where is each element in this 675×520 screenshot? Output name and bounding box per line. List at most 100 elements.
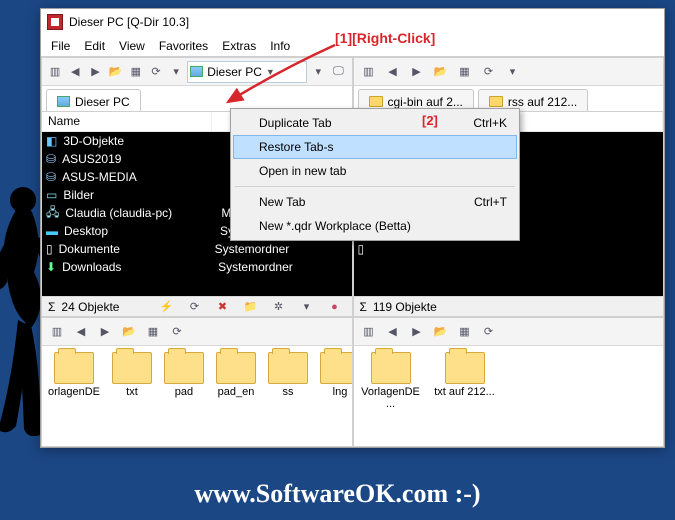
folder-icon xyxy=(216,352,256,384)
toolbar-bl: ▥ ◀ ▶ 📂 ▦ ⟳ xyxy=(42,318,352,346)
ctx-new-tab[interactable]: New Tab Ctrl+T xyxy=(233,190,517,214)
folder-icon xyxy=(369,96,383,107)
toolbar-tl: ▥ ◀ ▶ 📂 ▦ ⟳ ▾ Dieser PC ▼ ▾ 🖵 xyxy=(42,58,352,86)
list-item[interactable]: ⬇DownloadsSystemordner xyxy=(42,258,352,276)
ctx-new-workplace[interactable]: New *.qdr Workplace (Betta) xyxy=(233,214,517,238)
layout-icon[interactable]: ▥ xyxy=(358,321,380,343)
annotation-1: [1][Right-Click] xyxy=(335,30,435,46)
pin-icon[interactable]: ● xyxy=(324,296,346,318)
view-icon[interactable]: ▦ xyxy=(454,321,476,343)
more-icon[interactable]: ▾ xyxy=(296,296,318,318)
folder-icon[interactable]: 📁 xyxy=(240,296,262,318)
menu-extras[interactable]: Extras xyxy=(216,37,262,55)
ctx-duplicate-tab[interactable]: Duplicate Tab Ctrl+K xyxy=(233,111,517,135)
context-menu: Duplicate Tab Ctrl+K Restore Tab-s Open … xyxy=(230,108,520,241)
obj3d-icon: ◧ xyxy=(46,134,57,148)
status-tl: Σ 24 Objekte ⚡ ⟳ ✖ 📁 ✲ ▾ ● xyxy=(42,296,352,316)
back-icon[interactable]: ◀ xyxy=(66,61,84,83)
folder-item[interactable]: ss xyxy=(268,352,308,398)
folder-icon xyxy=(445,352,485,384)
open-icon[interactable]: 📂 xyxy=(107,61,125,83)
gear-icon[interactable]: ✲ xyxy=(268,296,290,318)
menu-favorites[interactable]: Favorites xyxy=(153,37,214,55)
toolbar-br: ▥ ◀ ▶ 📂 ▦ ⟳ xyxy=(354,318,664,346)
folder-item[interactable]: VorlagenDE ... xyxy=(360,352,422,410)
window-title: Dieser PC [Q-Dir 10.3] xyxy=(69,15,189,29)
view-icon[interactable]: ▦ xyxy=(127,61,145,83)
ctx-restore-tabs[interactable]: Restore Tab-s xyxy=(233,135,517,159)
forward-icon[interactable]: ▶ xyxy=(94,321,116,343)
open-icon[interactable]: 📂 xyxy=(430,61,452,83)
pc-icon xyxy=(190,66,203,77)
refresh-icon[interactable]: ⟳ xyxy=(478,321,500,343)
ctx-open-new-tab[interactable]: Open in new tab xyxy=(233,159,517,183)
folder-item[interactable]: orlagenDE xyxy=(48,352,100,398)
pane-bottom-left: ▥ ◀ ▶ 📂 ▦ ⟳ orlagenDE txt pad pad_en ss … xyxy=(41,317,353,447)
status-text: 119 Objekte xyxy=(373,300,437,314)
col-name[interactable]: Name xyxy=(42,112,212,131)
folder-icon xyxy=(164,352,204,384)
folder-item[interactable]: txt xyxy=(112,352,152,398)
menu-view[interactable]: View xyxy=(113,37,151,55)
pane-bottom-right: ▥ ◀ ▶ 📂 ▦ ⟳ VorlagenDE ... txt auf 212..… xyxy=(353,317,665,447)
view-icon[interactable]: ▦ xyxy=(454,61,476,83)
menu-info[interactable]: Info xyxy=(264,37,296,55)
list-item[interactable]: ▯ xyxy=(354,240,664,258)
history2-icon[interactable]: ▾ xyxy=(309,61,327,83)
desktop-icon: ▬ xyxy=(46,224,58,238)
forward-icon[interactable]: ▶ xyxy=(406,321,428,343)
watermark: www.SoftwareOK.com :-) xyxy=(0,481,675,507)
layout-icon[interactable]: ▥ xyxy=(358,61,380,83)
refresh-icon[interactable]: ⟳ xyxy=(147,61,165,83)
open-icon[interactable]: 📂 xyxy=(118,321,140,343)
pictures-icon: ▭ xyxy=(46,188,57,202)
status-text: 24 Objekte xyxy=(61,300,119,314)
forward-icon[interactable]: ▶ xyxy=(86,61,104,83)
history-icon[interactable]: ▾ xyxy=(502,61,524,83)
address-bar[interactable]: Dieser PC ▼ xyxy=(187,61,307,83)
folder-item[interactable]: pad xyxy=(164,352,204,398)
sigma-icon: Σ xyxy=(48,300,55,314)
documents-icon: ▯ xyxy=(46,242,53,256)
layout-icon[interactable]: ▥ xyxy=(46,321,68,343)
toolbar-tr: ▥ ◀ ▶ 📂 ▦ ⟳ ▾ xyxy=(354,58,664,86)
back-icon[interactable]: ◀ xyxy=(382,321,404,343)
refresh-icon[interactable]: ⟳ xyxy=(166,321,188,343)
folder-item[interactable]: lng xyxy=(320,352,352,398)
disk-icon: ⛁ xyxy=(46,152,56,166)
folder-icon xyxy=(371,352,411,384)
layout-icon[interactable]: ▥ xyxy=(46,61,64,83)
refresh-icon[interactable]: ⟳ xyxy=(478,61,500,83)
menu-edit[interactable]: Edit xyxy=(78,37,111,55)
tab-dieser-pc[interactable]: Dieser PC xyxy=(46,89,141,111)
monitor-icon[interactable]: 🖵 xyxy=(329,61,347,83)
folder-icon xyxy=(112,352,152,384)
folder-icon xyxy=(54,352,94,384)
folder-icon xyxy=(268,352,308,384)
back-icon[interactable]: ◀ xyxy=(70,321,92,343)
sigma-icon: Σ xyxy=(360,300,367,314)
icon-view-bl[interactable]: orlagenDE txt pad pad_en ss lng xyxy=(42,346,352,446)
folder-icon xyxy=(320,352,352,384)
annotation-2: [2] xyxy=(422,113,438,128)
folder-item[interactable]: txt auf 212... xyxy=(434,352,496,398)
list-item[interactable]: ▯DokumenteSystemordner xyxy=(42,240,352,258)
refresh-icon[interactable]: ⟳ xyxy=(184,296,206,318)
history-icon[interactable]: ▾ xyxy=(167,61,185,83)
open-icon[interactable]: 📂 xyxy=(430,321,452,343)
icon-view-br[interactable]: VorlagenDE ... txt auf 212... xyxy=(354,346,664,446)
delete-icon[interactable]: ✖ xyxy=(212,296,234,318)
disk-icon: ⛁ xyxy=(46,170,56,184)
menu-file[interactable]: File xyxy=(45,37,76,55)
pc-icon xyxy=(57,96,70,107)
lightning-icon[interactable]: ⚡ xyxy=(156,296,178,318)
view-icon[interactable]: ▦ xyxy=(142,321,164,343)
address-text: Dieser PC xyxy=(207,65,262,79)
back-icon[interactable]: ◀ xyxy=(382,61,404,83)
app-icon xyxy=(47,14,63,30)
folder-item[interactable]: pad_en xyxy=(216,352,256,398)
downloads-icon: ⬇ xyxy=(46,260,56,274)
folder-icon xyxy=(489,96,503,107)
forward-icon[interactable]: ▶ xyxy=(406,61,428,83)
tab-label: Dieser PC xyxy=(75,95,130,109)
